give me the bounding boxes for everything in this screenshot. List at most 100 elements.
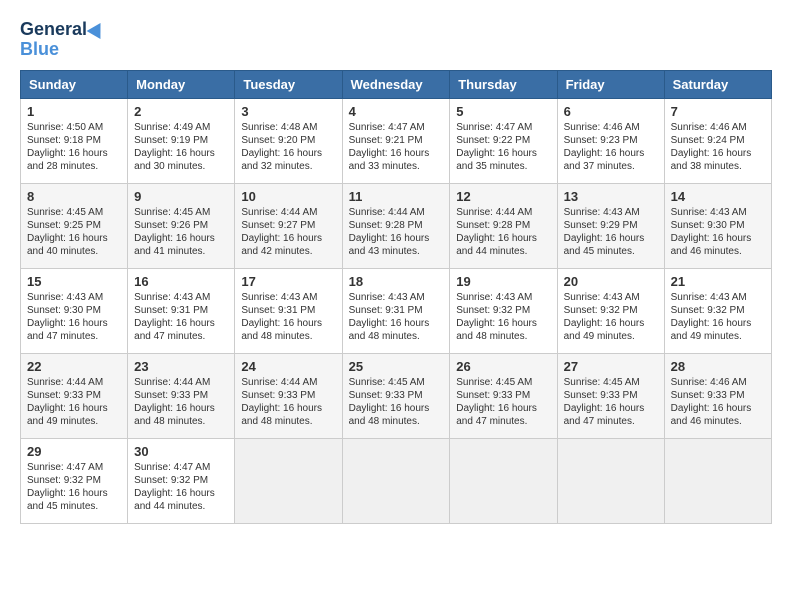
calendar-cell — [342, 438, 450, 523]
calendar-cell: 6Sunrise: 4:46 AMSunset: 9:23 PMDaylight… — [557, 98, 664, 183]
calendar-cell: 7Sunrise: 4:46 AMSunset: 9:24 PMDaylight… — [664, 98, 771, 183]
day-info: and 48 minutes. — [456, 330, 550, 343]
day-info: Daylight: 16 hours — [241, 317, 335, 330]
day-info: and 47 minutes. — [134, 330, 228, 343]
day-info: Sunset: 9:31 PM — [134, 304, 228, 317]
calendar-header-saturday: Saturday — [664, 70, 771, 98]
calendar-cell — [557, 438, 664, 523]
day-info: Sunrise: 4:46 AM — [671, 121, 765, 134]
day-info: Sunrise: 4:46 AM — [671, 376, 765, 389]
calendar-cell: 29Sunrise: 4:47 AMSunset: 9:32 PMDayligh… — [21, 438, 128, 523]
calendar-cell: 21Sunrise: 4:43 AMSunset: 9:32 PMDayligh… — [664, 268, 771, 353]
day-number: 18 — [349, 274, 444, 289]
day-number: 8 — [27, 189, 121, 204]
day-info: Sunset: 9:23 PM — [564, 134, 658, 147]
day-info: Daylight: 16 hours — [241, 232, 335, 245]
day-info: and 32 minutes. — [241, 160, 335, 173]
day-info: Sunrise: 4:45 AM — [134, 206, 228, 219]
day-info: Sunrise: 4:45 AM — [564, 376, 658, 389]
day-info: Sunrise: 4:44 AM — [241, 206, 335, 219]
calendar-cell: 17Sunrise: 4:43 AMSunset: 9:31 PMDayligh… — [235, 268, 342, 353]
calendar-cell: 22Sunrise: 4:44 AMSunset: 9:33 PMDayligh… — [21, 353, 128, 438]
day-info: Daylight: 16 hours — [671, 232, 765, 245]
calendar-header-wednesday: Wednesday — [342, 70, 450, 98]
day-info: Sunset: 9:25 PM — [27, 219, 121, 232]
day-info: Daylight: 16 hours — [456, 232, 550, 245]
day-info: Sunset: 9:27 PM — [241, 219, 335, 232]
calendar-header-tuesday: Tuesday — [235, 70, 342, 98]
calendar-cell: 18Sunrise: 4:43 AMSunset: 9:31 PMDayligh… — [342, 268, 450, 353]
day-info: Sunset: 9:31 PM — [349, 304, 444, 317]
calendar-cell: 19Sunrise: 4:43 AMSunset: 9:32 PMDayligh… — [450, 268, 557, 353]
day-info: Sunrise: 4:44 AM — [134, 376, 228, 389]
day-info: Sunset: 9:32 PM — [671, 304, 765, 317]
day-number: 19 — [456, 274, 550, 289]
calendar-cell: 13Sunrise: 4:43 AMSunset: 9:29 PMDayligh… — [557, 183, 664, 268]
day-number: 14 — [671, 189, 765, 204]
day-info: Sunrise: 4:44 AM — [27, 376, 121, 389]
day-info: Daylight: 16 hours — [27, 487, 121, 500]
day-info: Sunrise: 4:43 AM — [134, 291, 228, 304]
day-number: 27 — [564, 359, 658, 374]
day-info: Sunrise: 4:43 AM — [349, 291, 444, 304]
calendar-header-monday: Monday — [128, 70, 235, 98]
day-info: and 28 minutes. — [27, 160, 121, 173]
day-info: Sunset: 9:21 PM — [349, 134, 444, 147]
day-info: Daylight: 16 hours — [349, 147, 444, 160]
day-info: and 38 minutes. — [671, 160, 765, 173]
day-info: Sunset: 9:33 PM — [134, 389, 228, 402]
day-info: and 48 minutes. — [241, 415, 335, 428]
day-info: Daylight: 16 hours — [27, 232, 121, 245]
day-info: Daylight: 16 hours — [349, 232, 444, 245]
day-info: Sunrise: 4:47 AM — [27, 461, 121, 474]
day-number: 26 — [456, 359, 550, 374]
day-info: Daylight: 16 hours — [456, 402, 550, 415]
day-info: and 43 minutes. — [349, 245, 444, 258]
calendar-cell: 23Sunrise: 4:44 AMSunset: 9:33 PMDayligh… — [128, 353, 235, 438]
day-info: and 45 minutes. — [27, 500, 121, 513]
day-info: Sunrise: 4:46 AM — [564, 121, 658, 134]
day-info: Sunset: 9:31 PM — [241, 304, 335, 317]
day-number: 16 — [134, 274, 228, 289]
day-info: Daylight: 16 hours — [241, 147, 335, 160]
calendar-cell: 3Sunrise: 4:48 AMSunset: 9:20 PMDaylight… — [235, 98, 342, 183]
day-number: 4 — [349, 104, 444, 119]
calendar-cell: 9Sunrise: 4:45 AMSunset: 9:26 PMDaylight… — [128, 183, 235, 268]
day-info: Sunrise: 4:44 AM — [349, 206, 444, 219]
calendar-cell: 30Sunrise: 4:47 AMSunset: 9:32 PMDayligh… — [128, 438, 235, 523]
day-info: and 30 minutes. — [134, 160, 228, 173]
day-number: 5 — [456, 104, 550, 119]
calendar-cell: 1Sunrise: 4:50 AMSunset: 9:18 PMDaylight… — [21, 98, 128, 183]
day-info: Sunrise: 4:48 AM — [241, 121, 335, 134]
day-info: and 44 minutes. — [456, 245, 550, 258]
day-info: Sunrise: 4:43 AM — [671, 291, 765, 304]
day-info: Sunset: 9:32 PM — [27, 474, 121, 487]
calendar-header-friday: Friday — [557, 70, 664, 98]
calendar-week-5: 29Sunrise: 4:47 AMSunset: 9:32 PMDayligh… — [21, 438, 772, 523]
calendar-cell: 4Sunrise: 4:47 AMSunset: 9:21 PMDaylight… — [342, 98, 450, 183]
day-info: Sunrise: 4:43 AM — [241, 291, 335, 304]
day-number: 1 — [27, 104, 121, 119]
day-info: Sunset: 9:32 PM — [134, 474, 228, 487]
day-number: 24 — [241, 359, 335, 374]
day-info: Daylight: 16 hours — [134, 317, 228, 330]
day-info: Sunset: 9:33 PM — [241, 389, 335, 402]
day-info: and 49 minutes. — [564, 330, 658, 343]
calendar-cell: 2Sunrise: 4:49 AMSunset: 9:19 PMDaylight… — [128, 98, 235, 183]
day-info: and 37 minutes. — [564, 160, 658, 173]
day-number: 6 — [564, 104, 658, 119]
day-number: 7 — [671, 104, 765, 119]
day-number: 12 — [456, 189, 550, 204]
day-info: and 48 minutes. — [241, 330, 335, 343]
day-info: Daylight: 16 hours — [564, 232, 658, 245]
day-info: Sunrise: 4:43 AM — [27, 291, 121, 304]
day-info: Sunrise: 4:43 AM — [564, 291, 658, 304]
day-info: and 46 minutes. — [671, 245, 765, 258]
day-info: Sunrise: 4:45 AM — [456, 376, 550, 389]
day-info: Sunset: 9:28 PM — [456, 219, 550, 232]
calendar-cell: 10Sunrise: 4:44 AMSunset: 9:27 PMDayligh… — [235, 183, 342, 268]
day-number: 30 — [134, 444, 228, 459]
header: General Blue — [20, 20, 772, 60]
day-info: Sunrise: 4:47 AM — [456, 121, 550, 134]
day-info: Daylight: 16 hours — [241, 402, 335, 415]
